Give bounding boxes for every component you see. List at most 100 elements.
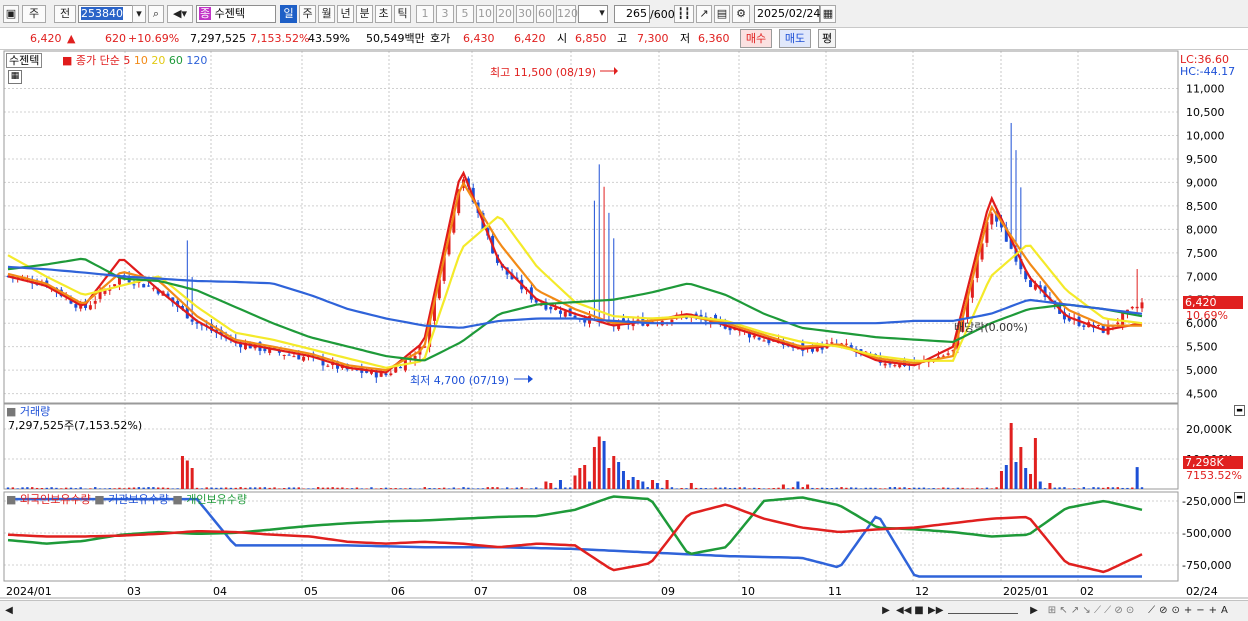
volume-bar xyxy=(753,487,756,489)
candle-body xyxy=(883,363,887,366)
volume-bar xyxy=(423,487,426,489)
volume-bar xyxy=(331,487,334,489)
interval-10[interactable]: 10 xyxy=(476,5,494,23)
price-tick-label: 5,500 xyxy=(1186,341,1218,354)
legend-stock-name[interactable]: 수젠텍 xyxy=(6,53,43,68)
volume-bar xyxy=(360,488,363,489)
volume-bar xyxy=(69,487,73,489)
price-tick-label: 7,500 xyxy=(1186,247,1218,260)
volume-bar xyxy=(694,487,698,489)
interval-3[interactable]: 3 xyxy=(436,5,454,23)
period-month[interactable]: 월 xyxy=(318,5,335,23)
volume-bar xyxy=(355,487,359,489)
volume-bar xyxy=(316,487,320,489)
period-tick[interactable]: 틱 xyxy=(394,5,411,23)
x-axis-label: 09 xyxy=(661,585,675,598)
eval-button[interactable]: 평 xyxy=(818,29,836,48)
volume-bar xyxy=(370,487,373,489)
period-day[interactable]: 일 xyxy=(280,5,297,23)
candle-body xyxy=(893,365,897,367)
interval-1[interactable]: 1 xyxy=(416,5,434,23)
candle-body xyxy=(132,284,136,286)
volume-bar xyxy=(568,487,572,489)
calendar-icon[interactable]: ▦ xyxy=(820,5,836,23)
candle-body xyxy=(1140,302,1144,309)
save-icon[interactable]: ▤ xyxy=(714,5,730,23)
fast-forward-icon[interactable]: ▶▶ xyxy=(928,603,943,618)
chart-type-select[interactable]: 주 xyxy=(22,5,46,23)
volume-bar xyxy=(816,488,819,489)
volume-bar xyxy=(229,487,233,489)
zoom-controls-icon[interactable]: ⟋⊘⊙+−+A xyxy=(1140,603,1240,618)
period-week[interactable]: 주 xyxy=(299,5,316,23)
volume-bar xyxy=(1009,423,1013,489)
window-icon[interactable]: ▣ xyxy=(3,5,19,23)
volume-bar xyxy=(205,487,208,489)
draw-tool-icon[interactable]: ↗ xyxy=(696,5,712,23)
search-icon[interactable]: ⌕ xyxy=(148,5,164,23)
volume-bar xyxy=(302,488,305,489)
play-icon[interactable]: ▶ xyxy=(880,603,892,618)
volume-bar xyxy=(452,487,456,489)
volume-bar xyxy=(680,487,683,489)
volume-bar xyxy=(31,487,34,489)
period-second[interactable]: 초 xyxy=(375,5,392,23)
scroll-left-icon[interactable]: ◀ xyxy=(3,603,15,618)
sound-icon[interactable]: ◀▾ xyxy=(167,5,193,23)
hoga-label: 호가 xyxy=(430,32,451,45)
volume-bar xyxy=(287,487,291,489)
period-minute[interactable]: 분 xyxy=(356,5,373,23)
candle-type-icon[interactable]: ┇┇ xyxy=(674,5,694,23)
chevron-down-icon[interactable]: ▾ xyxy=(132,5,146,23)
x-axis-label: 05 xyxy=(304,585,318,598)
price-tick-label: 9,500 xyxy=(1186,153,1218,166)
zoom-slider[interactable] xyxy=(948,603,1018,614)
sell-button[interactable]: 매도 xyxy=(779,29,811,48)
volume-bar xyxy=(665,480,669,489)
x-axis-label: 2025/01 xyxy=(1003,585,1049,598)
volume-bar xyxy=(394,488,397,489)
drawing-tools-icon[interactable]: ⊞ ↖ ↗ ↘ ⟋ ⟋ ⊘ ⊙ xyxy=(1046,603,1136,618)
rewind-icon[interactable]: ◀◀ xyxy=(896,603,911,618)
prev-button[interactable]: 전 xyxy=(54,5,76,23)
volume-bar xyxy=(719,487,722,489)
stock-name-field[interactable]: 종 수젠텍 xyxy=(196,5,276,23)
volume-bar xyxy=(699,487,703,489)
period-year[interactable]: 년 xyxy=(337,5,354,23)
stop-icon[interactable]: ■ xyxy=(913,603,925,618)
interval-5[interactable]: 5 xyxy=(456,5,474,23)
volume-bar xyxy=(1077,488,1081,489)
gear-icon[interactable]: ⚙ xyxy=(732,5,750,23)
interval-60[interactable]: 60 xyxy=(536,5,554,23)
volume-bar xyxy=(224,487,228,489)
volume-bar xyxy=(961,487,964,489)
volume-bar xyxy=(573,475,577,489)
buy-button[interactable]: 매수 xyxy=(740,29,772,48)
minimize-icon[interactable]: ▬ xyxy=(1234,405,1245,416)
interval-20[interactable]: 20 xyxy=(496,5,514,23)
volume-bar xyxy=(670,487,674,489)
x-axis-right-label: 02/24 xyxy=(1186,585,1218,598)
table-icon[interactable]: ▦ xyxy=(8,70,22,84)
stock-chart[interactable]: 2024/01 03 04 05 06 07 08 09 10 11 12 2025/01 02 4,50… xyxy=(0,50,1248,600)
candle-body xyxy=(549,307,553,310)
chevron-down-icon[interactable]: ▾ xyxy=(596,5,608,23)
low-arrow xyxy=(528,375,533,383)
volume-value: 7,297,525 xyxy=(190,32,246,45)
scroll-right-icon[interactable]: ▶ xyxy=(1028,603,1040,618)
holders-tick-label: -500,000 xyxy=(1182,527,1231,540)
candle-body xyxy=(74,304,78,308)
stock-code-input[interactable]: 253840 xyxy=(78,5,138,23)
date-input[interactable]: 2025/02/24 xyxy=(754,5,820,23)
inst-label: 기관보유수량 xyxy=(108,493,169,506)
individual-label: 개인보유수량 xyxy=(186,493,248,506)
volume-bar xyxy=(999,471,1003,489)
chart-scrollbar[interactable]: ◀ ▶ ◀◀ ■ ▶▶ ▶ ⊞ ↖ ↗ ↘ ⟋ ⟋ ⊘ ⊙ ⟋⊘⊙+−+A xyxy=(0,600,1248,621)
bar-count-input[interactable]: 265 xyxy=(614,5,650,23)
interval-120[interactable]: 120 xyxy=(556,5,578,23)
volume-bar xyxy=(210,487,213,489)
volume-bar xyxy=(249,487,252,489)
interval-30[interactable]: 30 xyxy=(516,5,534,23)
volume-bar xyxy=(1087,488,1090,489)
minimize-icon[interactable]: ▬ xyxy=(1234,492,1245,503)
